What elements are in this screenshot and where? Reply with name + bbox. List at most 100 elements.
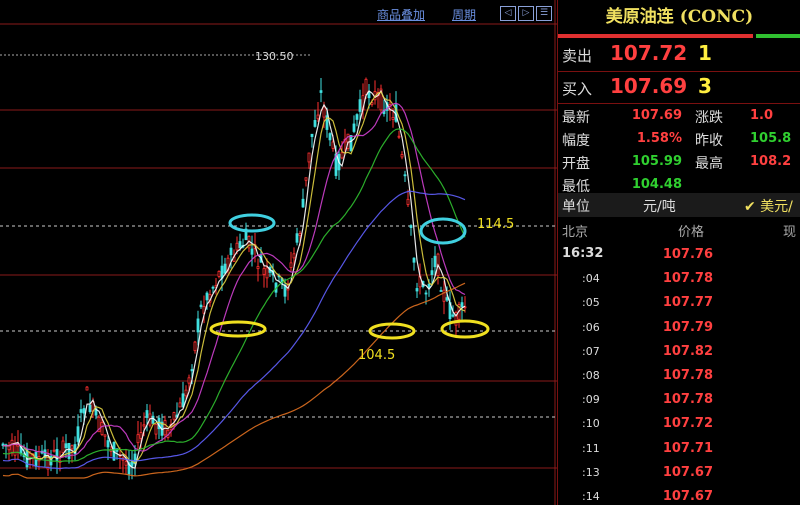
tick-row: :07 107.82 <box>558 340 800 364</box>
candle-body <box>193 341 197 352</box>
stat-value: 105.8 <box>750 131 792 146</box>
candle-body <box>298 233 302 236</box>
currency-toggle[interactable]: ✔ 美元/ <box>744 196 793 216</box>
candle-body <box>316 114 320 120</box>
candle-body <box>79 409 83 413</box>
tick-price: 107.78 <box>662 368 713 383</box>
candle-body <box>439 290 443 292</box>
high-marker-label: 130.50 <box>255 50 294 63</box>
tick-time: :06 <box>582 320 600 334</box>
candle-body <box>262 268 266 275</box>
tick-price: 107.76 <box>662 247 713 262</box>
candle-body <box>400 154 404 158</box>
candle-body <box>151 415 155 424</box>
candle-body <box>256 266 260 270</box>
chart-canvas[interactable]: 130.50 114.5 104.5 <box>0 0 557 505</box>
tick-price: 107.67 <box>662 464 713 480</box>
tick-row: :14 107.67 <box>558 485 800 505</box>
candle-body <box>190 369 194 372</box>
tick-row: 16:32 107.76 <box>558 243 800 267</box>
candle-body <box>205 292 209 301</box>
tick-time: :10 <box>582 417 600 431</box>
bid-price: 107.69 <box>610 74 688 98</box>
candle-body <box>64 443 68 449</box>
tick-price: 107.78 <box>662 271 713 287</box>
candle-body <box>292 253 296 259</box>
candlestick-chart[interactable]: 130.50 114.5 104.5 商品叠加 周期 ◁ ▷ ☰ <box>0 0 557 505</box>
tick-row: :09 107.78 <box>558 388 800 412</box>
next-button[interactable]: ▷ <box>518 6 534 21</box>
tick-time: :14 <box>582 490 600 503</box>
tick-time: :11 <box>582 441 600 455</box>
candle-body <box>442 289 446 302</box>
candle-body <box>319 90 323 93</box>
candle-body <box>139 432 143 439</box>
candle-body <box>409 225 413 228</box>
candle-body <box>178 402 182 408</box>
candle-body <box>406 198 410 205</box>
tick-row: :11 107.71 <box>558 437 800 461</box>
divider <box>558 103 800 104</box>
candle-body <box>235 242 239 251</box>
moving-average-line <box>2 190 466 470</box>
stat-label: 幅度 <box>562 133 590 149</box>
candle-body <box>424 292 428 295</box>
candle-body <box>430 270 434 275</box>
resistance-circle <box>419 217 467 245</box>
ask-volume: 1 <box>698 41 712 65</box>
candle-body <box>223 263 227 274</box>
candle-body <box>355 114 359 120</box>
candle-body <box>211 286 215 289</box>
candle-body <box>412 257 416 263</box>
candle-body <box>106 440 110 448</box>
candle-body <box>76 426 80 442</box>
stat-label: 最新 <box>562 110 590 126</box>
support-circle <box>440 319 490 339</box>
menu-button[interactable]: ☰ <box>536 6 552 21</box>
overlay-link[interactable]: 商品叠加 <box>377 6 425 23</box>
candle-body <box>340 152 344 159</box>
tick-price: 107.77 <box>662 295 713 311</box>
tick-row: :05 107.77 <box>558 291 800 315</box>
tick-time: :08 <box>582 369 600 382</box>
candle-body <box>196 318 200 333</box>
candle-body <box>220 265 224 279</box>
stat-label: 涨跌 <box>695 110 723 126</box>
unit-row: 单位 元/吨 ✔ 美元/ <box>558 193 800 217</box>
contract-title: 美原油连 (CONC) <box>605 7 754 27</box>
tick-header-volume: 现 <box>783 225 797 240</box>
quote-panel: 美原油连 (CONC) 卖出 107.72 1 买入 107.69 3 最新 10… <box>557 0 800 505</box>
ask-price: 107.72 <box>610 41 688 65</box>
candle-body <box>415 288 419 292</box>
candle-body <box>451 314 455 317</box>
candle-body <box>10 439 14 454</box>
tick-price: 107.67 <box>662 489 713 504</box>
candle-body <box>349 135 353 152</box>
candle-body <box>100 422 104 435</box>
moving-average-line <box>2 89 466 469</box>
candle-body <box>352 123 356 132</box>
candle-body <box>187 377 191 384</box>
candle-body <box>301 198 305 208</box>
candle-body <box>124 461 128 466</box>
tick-price: 107.78 <box>662 392 713 408</box>
candle-body <box>70 445 74 450</box>
candle-body <box>433 255 437 268</box>
stat-label: 昨收 <box>695 133 723 149</box>
candle-body <box>184 389 188 397</box>
candle-body <box>265 267 269 279</box>
period-link[interactable]: 周期 <box>452 6 476 23</box>
tick-time: :07 <box>582 344 600 358</box>
bid-volume: 3 <box>698 74 712 98</box>
stat-value: 107.69 <box>631 108 682 123</box>
candle-body <box>61 440 65 454</box>
resistance-label: 114.5 <box>477 217 514 232</box>
stat-label: 开盘 <box>562 156 590 172</box>
candle-body <box>172 412 176 420</box>
candle-body <box>250 248 254 255</box>
tick-price: 107.79 <box>662 319 713 335</box>
prev-button[interactable]: ◁ <box>500 6 516 21</box>
unit-label: 单位 <box>562 199 590 215</box>
stat-value: 1.0 <box>750 108 774 123</box>
candle-body <box>358 99 362 112</box>
